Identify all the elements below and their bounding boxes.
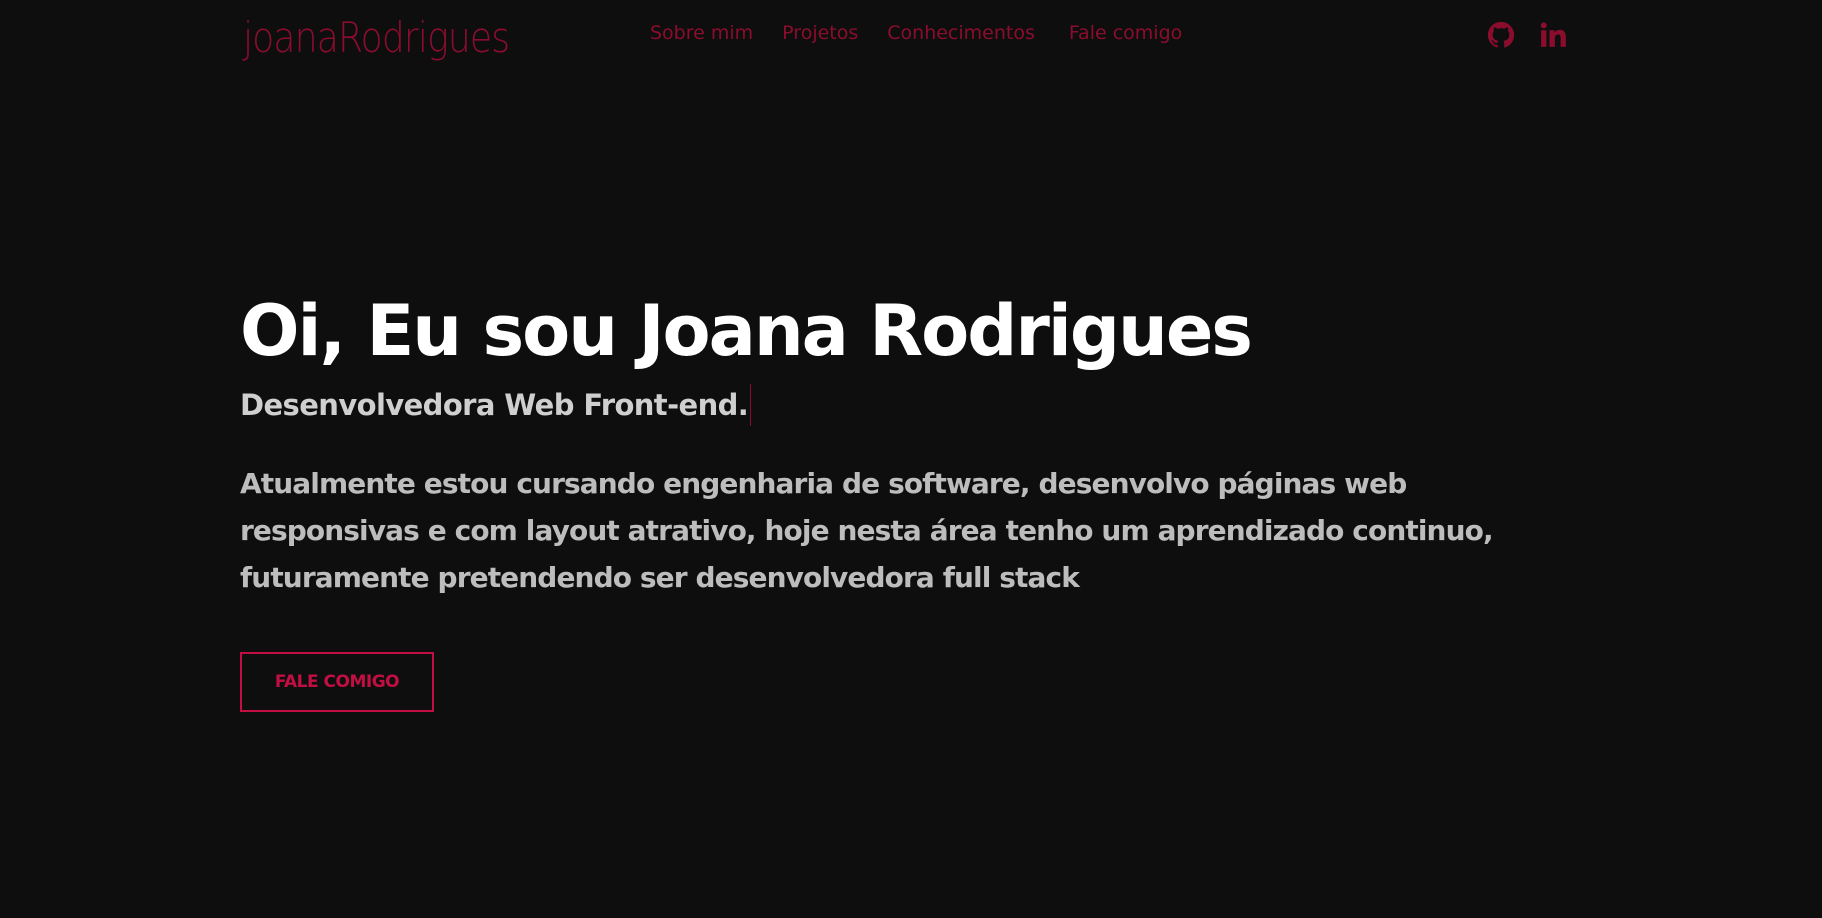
social-links [1486,20,1568,50]
hero-subtitle-text: Desenvolvedora Web Front-end. [240,388,749,422]
hero-subtitle: Desenvolvedora Web Front-end. [240,380,1580,430]
nav-link-sobre-mim[interactable]: Sobre mim [650,20,753,46]
page: joanaRodrigues Sobre mim Projetos Conhec… [0,0,1822,918]
nav-link-fale-comigo[interactable]: Fale comigo [1069,20,1182,46]
linkedin-icon [1540,22,1566,47]
hero-title: Oi, Eu sou Joana Rodrigues [240,290,1253,372]
github-link[interactable] [1486,20,1516,50]
nav-link-projetos[interactable]: Projetos [782,20,858,46]
github-icon [1487,21,1515,48]
site-header: joanaRodrigues Sobre mim Projetos Conhec… [0,0,1822,75]
contact-button[interactable]: FALE COMIGO [240,652,434,712]
linkedin-link[interactable] [1538,20,1568,50]
site-logo[interactable]: joanaRodrigues [243,12,510,64]
typing-cursor [750,384,752,426]
hero-section: Oi, Eu sou Joana Rodrigues Desenvolvedor… [240,282,1580,601]
main-nav: Sobre mim Projetos Conhecimentos Fale co… [650,20,1182,46]
nav-link-conhecimentos[interactable]: Conhecimentos [887,20,1035,46]
hero-description: Atualmente estou cursando engenharia de … [240,467,1494,594]
